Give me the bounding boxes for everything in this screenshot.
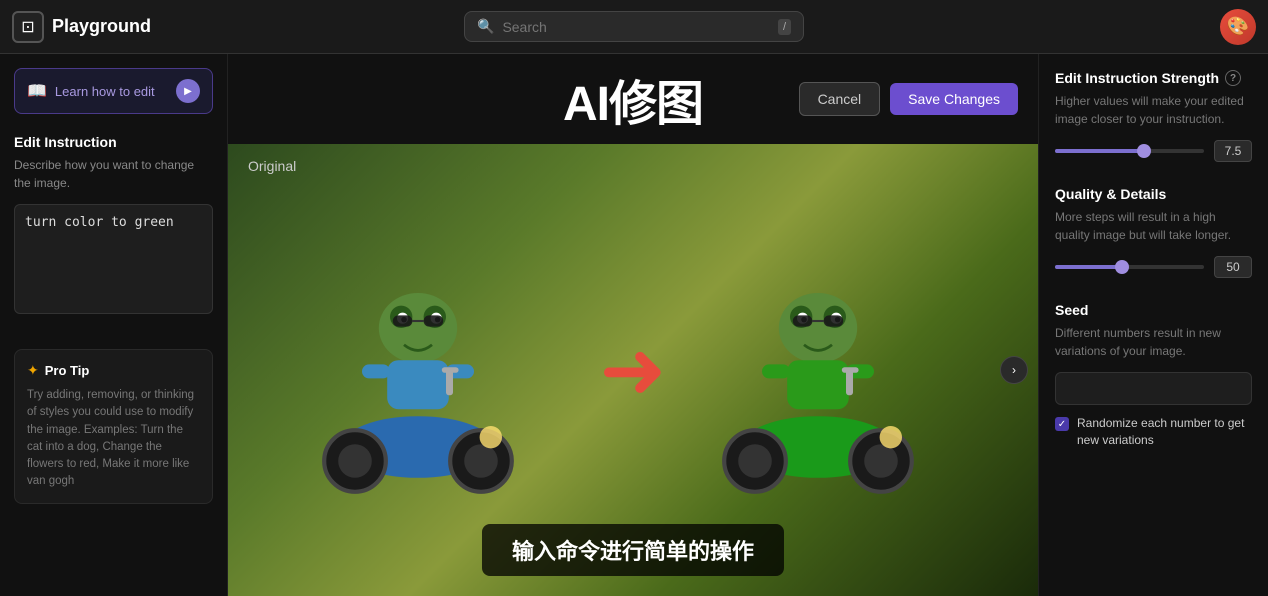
play-icon: ▶ xyxy=(176,79,200,103)
quality-thumb[interactable] xyxy=(1115,260,1129,274)
main-layout: 📖 Learn how to edit ▶ Edit Instruction D… xyxy=(0,54,1268,596)
randomize-checkbox[interactable]: ✓ xyxy=(1055,417,1069,431)
motorcycle-after xyxy=(678,230,958,510)
search-input[interactable] xyxy=(502,19,770,35)
strength-thumb[interactable] xyxy=(1137,144,1151,158)
star-icon: ✦ xyxy=(27,362,39,379)
cancel-button[interactable]: Cancel xyxy=(799,82,881,116)
quality-desc: More steps will result in a high quality… xyxy=(1055,208,1252,244)
quality-fill xyxy=(1055,265,1122,269)
right-panel: Edit Instruction Strength ? Higher value… xyxy=(1038,54,1268,596)
scroll-right-button[interactable]: › xyxy=(1000,356,1028,384)
book-icon: 📖 xyxy=(27,81,47,101)
arrow-icon: ➜ xyxy=(599,324,666,417)
search-box[interactable]: 🔍 / xyxy=(464,11,804,42)
sidebar: 📖 Learn how to edit ▶ Edit Instruction D… xyxy=(0,54,228,596)
edit-instruction-title: Edit Instruction xyxy=(14,134,213,150)
original-label: Original xyxy=(248,158,296,174)
subtitle-overlay: 输入命令进行简单的操作 xyxy=(482,524,784,576)
app-title: Playground xyxy=(52,16,151,37)
search-area: 🔍 / xyxy=(172,11,1096,42)
header: ⊡ Playground 🔍 / 🎨 xyxy=(0,0,1268,54)
logo-area: ⊡ Playground xyxy=(12,11,172,43)
quality-value: 50 xyxy=(1214,256,1252,278)
seed-input[interactable] xyxy=(1055,372,1252,405)
strength-track[interactable] xyxy=(1055,149,1204,153)
strength-info-icon[interactable]: ? xyxy=(1225,70,1241,86)
pro-tip-text: Try adding, removing, or thinking of sty… xyxy=(27,387,200,491)
strength-value: 7.5 xyxy=(1214,140,1252,162)
randomize-label: Randomize each number to get new variati… xyxy=(1077,415,1252,449)
quality-title: Quality & Details xyxy=(1055,186,1252,202)
image-area: Original xyxy=(228,144,1038,596)
strength-slider: 7.5 xyxy=(1055,140,1252,162)
logo-icon: ⊡ xyxy=(12,11,44,43)
seed-section: Seed Different numbers result in new var… xyxy=(1055,302,1252,449)
header-right: 🎨 xyxy=(1096,9,1256,45)
pro-tip-header: ✦ Pro Tip xyxy=(27,362,200,379)
seed-title: Seed xyxy=(1055,302,1252,318)
pro-tip-box: ✦ Pro Tip Try adding, removing, or think… xyxy=(14,349,213,504)
center-header: AI修图 Cancel Save Changes xyxy=(228,54,1038,144)
search-kbd: / xyxy=(778,19,791,35)
quality-slider: 50 xyxy=(1055,256,1252,278)
page-title: AI修图 xyxy=(563,64,703,134)
motorcycle-blue-svg xyxy=(278,230,558,510)
motorcycle-green-svg xyxy=(678,230,958,510)
avatar[interactable]: 🎨 xyxy=(1220,9,1256,45)
seed-desc: Different numbers result in new variatio… xyxy=(1055,324,1252,360)
header-buttons: Cancel Save Changes xyxy=(799,82,1018,116)
strength-section: Edit Instruction Strength ? Higher value… xyxy=(1055,70,1252,162)
learn-button-label: Learn how to edit xyxy=(55,84,168,99)
pro-tip-title: Pro Tip xyxy=(45,363,90,378)
center-panel: AI修图 Cancel Save Changes Original xyxy=(228,54,1038,596)
strength-title: Edit Instruction Strength ? xyxy=(1055,70,1252,86)
image-canvas: ➜ xyxy=(228,144,1038,596)
save-changes-button[interactable]: Save Changes xyxy=(890,83,1018,115)
strength-desc: Higher values will make your edited imag… xyxy=(1055,92,1252,128)
edit-instruction-desc: Describe how you want to change the imag… xyxy=(14,156,213,192)
edit-instruction-input[interactable]: turn color to green xyxy=(14,204,213,314)
quality-section: Quality & Details More steps will result… xyxy=(1055,186,1252,278)
motorcycle-before xyxy=(278,230,558,510)
quality-track[interactable] xyxy=(1055,265,1204,269)
learn-how-to-edit-button[interactable]: 📖 Learn how to edit ▶ xyxy=(14,68,213,114)
strength-fill xyxy=(1055,149,1144,153)
randomize-row: ✓ Randomize each number to get new varia… xyxy=(1055,415,1252,449)
search-icon: 🔍 xyxy=(477,18,494,35)
